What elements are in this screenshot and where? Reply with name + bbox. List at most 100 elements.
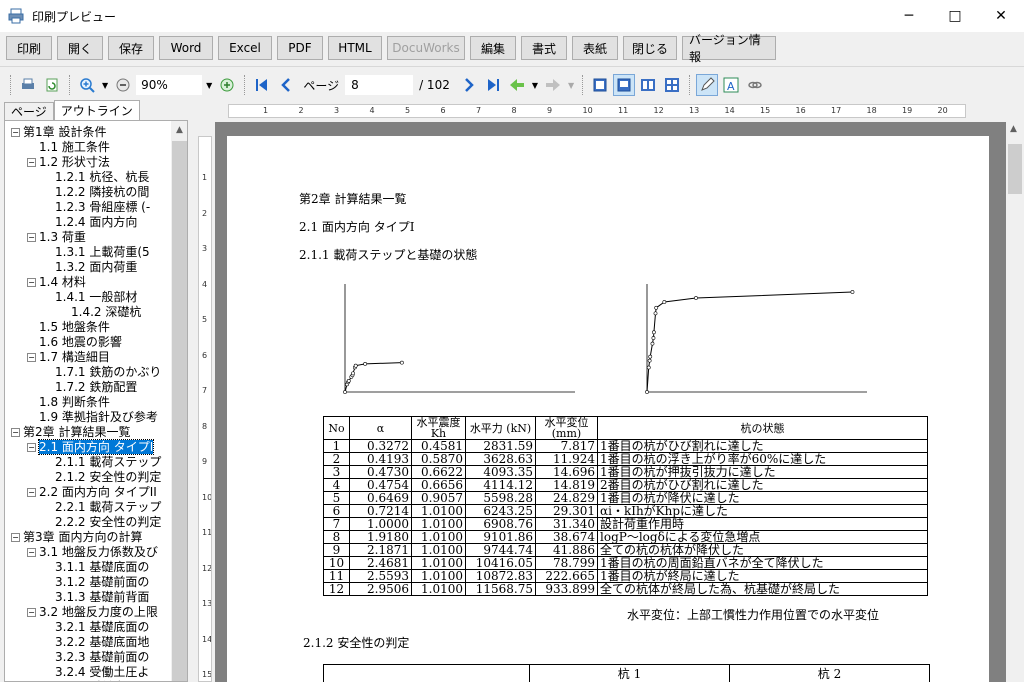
outline-item[interactable]: −3.1 地盤反力係数及び: [27, 545, 158, 560]
outline-item[interactable]: 3.2.3 基礎前面の: [55, 650, 149, 665]
data-point: [651, 336, 656, 340]
toolbar-button-1[interactable]: 開く: [57, 36, 103, 60]
preview-scrollbar[interactable]: ▲: [1006, 122, 1024, 682]
outline-item[interactable]: −1.3 荷重: [27, 230, 86, 245]
outline-item[interactable]: 1.7.2 鉄筋配置: [55, 380, 137, 395]
zoom-plus-icon[interactable]: [216, 74, 238, 96]
two-page-icon[interactable]: [637, 74, 659, 96]
scroll-up-icon[interactable]: ▲: [1010, 124, 1017, 134]
page-number-input[interactable]: 8: [345, 75, 414, 95]
outline-item[interactable]: 2.1.1 載荷ステップ: [55, 455, 161, 470]
outline-item[interactable]: 3.1.1 基礎底面の: [55, 560, 149, 575]
collapse-icon[interactable]: −: [11, 533, 20, 542]
toolbar-button-2[interactable]: 保存: [108, 36, 154, 60]
collapse-icon[interactable]: −: [11, 128, 20, 137]
outline-item[interactable]: 1.7.1 鉄筋のかぶり: [55, 365, 161, 380]
toolbar-button-0[interactable]: 印刷: [6, 36, 52, 60]
outline-item[interactable]: 2.1.2 安全性の判定: [55, 470, 161, 485]
refresh-icon[interactable]: [41, 74, 63, 96]
table-row: 4 0.4754 0.6656 4114.12 14.819 2番目の杭がひび割れに達した: [323, 478, 928, 492]
single-page-icon[interactable]: [589, 74, 611, 96]
collapse-icon[interactable]: −: [27, 353, 36, 362]
collapse-icon[interactable]: −: [27, 548, 36, 557]
chevron-down-icon[interactable]: ▼: [206, 81, 212, 90]
scrollbar-thumb[interactable]: [172, 141, 187, 681]
outline-item[interactable]: 3.1.2 基礎前面の: [55, 575, 149, 590]
next-page-icon[interactable]: [458, 74, 480, 96]
outline-item-label: 3.1 地盤反力係数及び: [39, 545, 158, 559]
toolbar-button-3[interactable]: Word: [159, 36, 213, 60]
chevron-down-icon[interactable]: ▼: [102, 81, 108, 90]
outline-item[interactable]: −3.2 地盤反力度の上限: [27, 605, 158, 620]
outline-item[interactable]: −2.1 面内方向 タイプI: [27, 439, 155, 455]
toolbar-button-8[interactable]: 編集: [470, 36, 516, 60]
link-tool-icon[interactable]: [744, 74, 766, 96]
first-page-icon[interactable]: [251, 74, 273, 96]
outline-item[interactable]: − 第2章 計算結果一覧: [11, 425, 130, 440]
outline-item[interactable]: 1.8 判断条件: [39, 395, 110, 410]
outline-item[interactable]: 1.2.4 面内方向: [55, 215, 137, 230]
outline-item[interactable]: −1.4 材料: [27, 275, 86, 290]
outline-item[interactable]: 1.2.1 杭径、杭長: [55, 170, 149, 185]
outline-item[interactable]: 3.2.4 受働土圧よ: [55, 665, 149, 680]
outline-item[interactable]: 2.2.1 載荷ステップ: [55, 500, 161, 515]
outline-item[interactable]: 1.6 地震の影響: [39, 335, 122, 350]
outline-item[interactable]: 1.5 地盤条件: [39, 320, 110, 335]
chevron-down-icon[interactable]: ▼: [532, 81, 538, 90]
toolbar-button-11[interactable]: 閉じる: [623, 36, 677, 60]
outline-item[interactable]: 1.4.2 深礎杭: [71, 305, 141, 320]
outline-item[interactable]: 3.2.1 基礎底面の: [55, 620, 149, 635]
outline-item[interactable]: − 第1章 設計条件: [11, 125, 106, 140]
toolbar-button-5[interactable]: PDF: [277, 36, 323, 60]
fit-page-icon[interactable]: [613, 74, 636, 96]
last-page-icon[interactable]: [482, 74, 504, 96]
collapse-icon[interactable]: −: [27, 488, 36, 497]
toolbar-button-9[interactable]: 書式: [521, 36, 567, 60]
table-cell: 222.665: [535, 569, 598, 583]
toolbar-button-6[interactable]: HTML: [328, 36, 382, 60]
outline-item[interactable]: 2.2.2 安全性の判定: [55, 515, 161, 530]
outline-item[interactable]: 1.9 準拠指針及び参考: [39, 410, 158, 425]
close-button[interactable]: ✕: [978, 0, 1024, 32]
tab-page[interactable]: ページ: [4, 102, 54, 120]
table-cell: 9101.86: [465, 530, 536, 544]
previous-page-icon[interactable]: [275, 74, 297, 96]
outline-item[interactable]: −1.7 構造細目: [27, 350, 110, 365]
toolbar-button-4[interactable]: Excel: [218, 36, 272, 60]
scroll-up-icon[interactable]: ▲: [171, 121, 187, 138]
minimize-button[interactable]: ─: [886, 0, 932, 32]
collapse-icon[interactable]: −: [11, 428, 20, 437]
print-icon[interactable]: [17, 74, 39, 96]
table-row: 2 0.4193 0.5870 3628.63 11.924 1番目の杭の浮き上がり率が6…: [323, 452, 928, 466]
outline-item[interactable]: 1.1 施工条件: [39, 140, 110, 155]
outline-item[interactable]: 1.2.2 隣接杭の間: [55, 185, 149, 200]
outline-item[interactable]: −1.2 形状寸法: [27, 155, 110, 170]
outline-item[interactable]: 1.3.1 上載荷重(5: [55, 245, 150, 260]
scrollbar-thumb[interactable]: [1008, 144, 1022, 194]
collapse-icon[interactable]: −: [27, 233, 36, 242]
back-arrow-icon[interactable]: [506, 74, 528, 96]
zoom-in-icon[interactable]: [76, 74, 98, 96]
outline-item[interactable]: −2.2 面内方向 タイプII: [27, 485, 157, 500]
toolbar-button-10[interactable]: 表紙: [572, 36, 618, 60]
tab-outline[interactable]: アウトライン: [53, 100, 140, 120]
outline-scrollbar[interactable]: ▲: [171, 121, 187, 681]
zoom-select[interactable]: 90%: [136, 75, 203, 95]
outline-item[interactable]: 1.3.2 面内荷重: [55, 260, 137, 275]
zoom-out-icon[interactable]: [112, 74, 134, 96]
outline-item[interactable]: 3.2.2 基礎底面地: [55, 635, 149, 650]
collapse-icon[interactable]: −: [27, 443, 36, 452]
outline-item[interactable]: − 第3章 面内方向の計算: [11, 530, 142, 545]
text-tool-icon[interactable]: A: [720, 74, 742, 96]
collapse-icon[interactable]: −: [27, 608, 36, 617]
toolbar-button-12[interactable]: バージョン情報: [682, 33, 776, 64]
outline-item[interactable]: 1.2.3 骨組座標 (-: [55, 200, 150, 215]
maximize-button[interactable]: □: [932, 0, 978, 32]
collapse-icon[interactable]: −: [27, 158, 36, 167]
four-page-icon[interactable]: [661, 74, 683, 96]
outline-item[interactable]: 1.4.1 一般部材: [55, 290, 137, 305]
collapse-icon[interactable]: −: [27, 278, 36, 287]
outline-item[interactable]: 3.1.3 基礎前背面: [55, 590, 149, 605]
ruler-label: 19: [902, 106, 913, 115]
pen-tool-icon[interactable]: [696, 74, 719, 96]
